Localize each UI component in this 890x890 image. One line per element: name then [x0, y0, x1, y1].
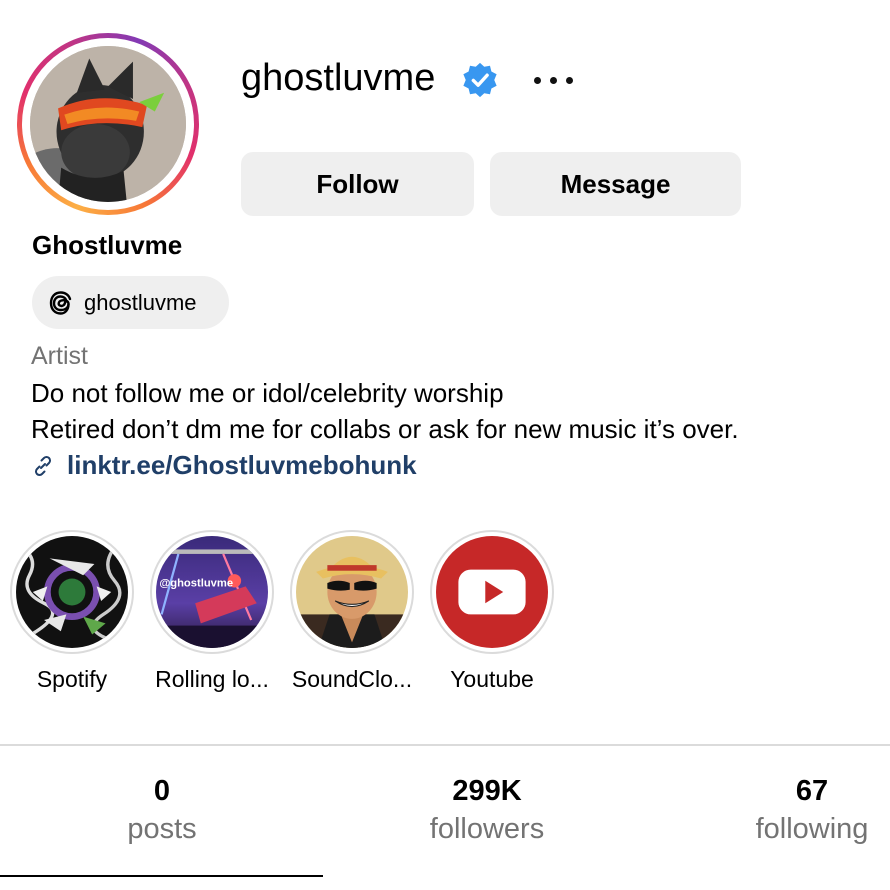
bio-link-text: linktr.ee/Ghostluvmebohunk [67, 450, 417, 480]
highlight-cover [16, 536, 128, 648]
follow-button[interactable]: Follow [241, 152, 474, 216]
stat-value: 299K [452, 775, 522, 807]
bio-line: Do not follow me or idol/celebrity worsh… [31, 378, 504, 408]
profile-category: Artist [31, 342, 88, 370]
stats-divider [0, 744, 890, 746]
profile-avatar-ring[interactable] [17, 33, 199, 215]
link-icon [34, 455, 52, 476]
stat-value: 0 [153, 775, 171, 807]
highlight-ring [10, 530, 134, 654]
stat-followers[interactable]: 299K followers [386, 773, 588, 849]
highlight-rolling-loud[interactable]: @ghostluvme Rolling lo... [150, 530, 274, 692]
profile-username: ghostluvme [241, 57, 436, 99]
threads-icon [49, 290, 72, 315]
highlight-cover [296, 536, 408, 648]
threads-link-chip[interactable]: ghostluvme [32, 276, 229, 329]
bio-link[interactable]: linktr.ee/Ghostluvmebohunk [31, 450, 417, 481]
message-button[interactable]: Message [490, 152, 741, 216]
profile-avatar-frame [22, 38, 194, 210]
stat-label: followers [429, 813, 545, 845]
highlight-label: Youtube [450, 666, 534, 692]
stat-value: 67 [795, 775, 829, 807]
highlight-ring [430, 530, 554, 654]
profile-avatar [30, 46, 186, 202]
active-tab-indicator [0, 875, 323, 877]
profile-display-name: Ghostluvme [32, 230, 183, 260]
highlight-ring: @ghostluvme [150, 530, 274, 654]
verified-badge-icon [463, 62, 497, 98]
stat-label: following [755, 813, 869, 845]
bio-line: Retired don’t dm me for collabs or ask f… [31, 414, 739, 444]
highlight-cover [436, 536, 548, 648]
highlight-youtube[interactable]: Youtube [430, 530, 554, 692]
stat-posts[interactable]: 0 posts [90, 773, 234, 849]
highlight-ring [290, 530, 414, 654]
highlight-cover: @ghostluvme [156, 536, 268, 648]
more-options-icon[interactable] [530, 62, 578, 98]
stat-label: posts [127, 813, 197, 845]
highlight-spotify[interactable]: Spotify [10, 530, 134, 692]
highlight-soundcloud[interactable]: SoundClo... [290, 530, 414, 692]
highlight-overlay-text: @ghostluvme [159, 577, 233, 589]
threads-handle: ghostluvme [84, 289, 197, 315]
stat-following[interactable]: 67 following [730, 773, 890, 849]
